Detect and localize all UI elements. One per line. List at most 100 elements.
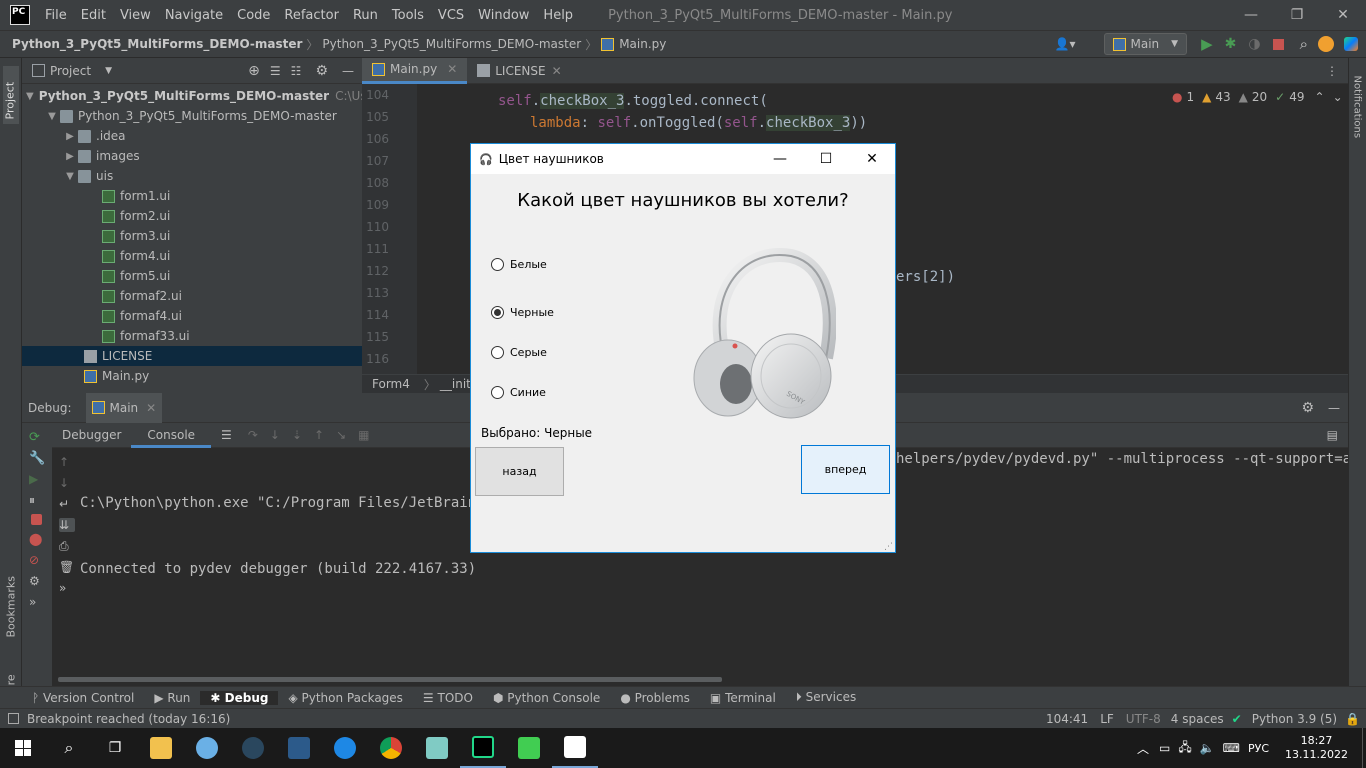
breadcrumb-class[interactable]: Form4 <box>372 377 410 391</box>
back-button[interactable]: назад <box>475 447 564 496</box>
radio-black[interactable]: Черные <box>491 306 554 319</box>
network-icon[interactable]: 🖧 <box>1178 738 1191 759</box>
tree-file[interactable]: form1.ui <box>22 186 362 206</box>
breadcrumb-root[interactable]: Python_3_PyQt5_MultiForms_DEMO-master <box>12 37 302 51</box>
file-encoding[interactable]: UTF-8 <box>1126 712 1161 726</box>
close-icon[interactable]: ✕ <box>447 62 457 76</box>
ide-maximize-button[interactable]: ❐ <box>1274 0 1320 30</box>
coverage-icon[interactable]: ◑ <box>1248 36 1260 52</box>
layout-icon[interactable]: ▤ <box>1327 428 1338 442</box>
radio-circle[interactable] <box>491 346 504 359</box>
tree-file[interactable]: form2.ui <box>22 206 362 226</box>
tab-python-packages[interactable]: ◈ Python Packages <box>278 691 412 705</box>
menu-refactor[interactable]: Refactor <box>277 8 346 23</box>
forward-button[interactable]: вперед <box>801 445 890 494</box>
view-breakpoints-icon[interactable]: ⬤ <box>29 532 45 546</box>
rerun-icon[interactable]: ⟳ <box>29 430 45 445</box>
horizontal-scrollbar[interactable] <box>58 677 722 682</box>
chrome-browser-icon[interactable] <box>368 728 414 768</box>
lock-icon[interactable]: 🔒 <box>1345 712 1360 726</box>
pycharm-icon[interactable] <box>460 728 506 768</box>
tree-file-main[interactable]: Main.py <box>22 366 362 386</box>
tree-file[interactable]: formaf33.ui <box>22 326 362 346</box>
ide-minimize-button[interactable]: — <box>1228 0 1274 30</box>
radio-circle[interactable] <box>491 306 504 319</box>
tree-folder-images[interactable]: ▶ images <box>22 146 362 166</box>
menu-vcs[interactable]: VCS <box>431 8 471 23</box>
resume-icon[interactable]: ▶ <box>29 472 45 486</box>
edge-browser-icon[interactable] <box>322 728 368 768</box>
tree-file[interactable]: form5.ui <box>22 266 362 286</box>
radio-circle[interactable] <box>491 258 504 271</box>
inspection-widget[interactable]: ● 1 ▲ 43 ▲ 20 ✓ 49 ⌃ ⌄ <box>1172 90 1343 104</box>
project-panel-title[interactable]: Project <box>50 64 91 78</box>
debug-session-tab[interactable]: Main ✕ <box>85 392 163 423</box>
tab-services[interactable]: ⏵ Services <box>786 690 866 705</box>
clock[interactable]: 18:27 13.11.2022 <box>1285 734 1348 762</box>
python-app-icon[interactable] <box>552 728 598 768</box>
menu-icon[interactable]: ☰ <box>221 428 232 442</box>
tab-problems[interactable]: ● Problems <box>610 691 700 705</box>
menu-code[interactable]: Code <box>230 8 277 23</box>
python-interpreter[interactable]: Python 3.9 (5) <box>1252 712 1337 726</box>
settings-icon[interactable]: ⚙ <box>29 574 45 588</box>
tree-file[interactable]: formaf4.ui <box>22 306 362 326</box>
step-into-icon[interactable]: ↓ <box>270 428 280 442</box>
more-options-icon[interactable]: ⋮ <box>1326 64 1338 78</box>
tree-file-license[interactable]: LICENSE <box>22 346 362 366</box>
stop-icon[interactable] <box>31 514 42 525</box>
tree-file[interactable]: form4.ui <box>22 246 362 266</box>
resize-grip-icon[interactable]: ⋰ <box>884 542 893 552</box>
radio-gray[interactable]: Серые <box>491 346 547 359</box>
run-config-select[interactable]: Main ▼ <box>1103 33 1188 55</box>
tab-terminal[interactable]: ▣ Terminal <box>700 691 786 705</box>
tab-version-control[interactable]: ᚹ Version Control <box>22 691 144 705</box>
radio-blue[interactable]: Синие <box>491 386 546 399</box>
radio-circle[interactable] <box>491 386 504 399</box>
tab-python-console[interactable]: ⬢ Python Console <box>483 691 610 705</box>
hide-panel-icon[interactable]: — <box>342 64 354 78</box>
menu-window[interactable]: Window <box>471 8 536 23</box>
more-icon[interactable]: » <box>29 595 45 609</box>
step-out-icon[interactable]: ↑ <box>314 428 324 442</box>
radio-white[interactable]: Белые <box>491 258 547 271</box>
tab-debugger[interactable]: Debugger <box>52 428 131 442</box>
update-icon[interactable] <box>1318 36 1334 52</box>
notes-app-icon[interactable] <box>414 728 460 768</box>
code-line-112-tail[interactable]: ers[2]) <box>896 266 955 288</box>
status-message[interactable]: Breakpoint reached (today 16:16) <box>27 712 230 726</box>
chevron-up-icon[interactable]: ︿ <box>1137 740 1149 757</box>
scroll-to-end-icon[interactable]: ⇊ <box>59 518 75 532</box>
tree-root[interactable]: ▼ Python_3_PyQt5_MultiForms_DEMO-master … <box>22 86 389 106</box>
step-over-icon[interactable]: ↷ <box>248 428 258 442</box>
chevron-down-icon[interactable]: ⌄ <box>1333 90 1343 104</box>
mute-breakpoints-icon[interactable]: ⊘ <box>29 553 45 567</box>
search-icon[interactable]: ⌕ <box>1300 35 1308 53</box>
down-arrow-icon[interactable]: ↓ <box>59 476 75 490</box>
qt-designer-icon[interactable] <box>506 728 552 768</box>
print-icon[interactable]: ⎙ <box>59 539 75 553</box>
dialog-close-button[interactable]: ✕ <box>849 144 895 174</box>
menu-file[interactable]: File <box>38 8 74 23</box>
caret-position[interactable]: 104:41 <box>1046 712 1088 726</box>
tree-folder-idea[interactable]: ▶ .idea <box>22 126 362 146</box>
expand-all-icon[interactable]: ☰ <box>270 64 281 78</box>
search-icon[interactable]: ⌕ <box>46 728 92 768</box>
dialog-titlebar[interactable]: 🎧 Цвет наушников — ☐ ✕ <box>471 144 895 174</box>
language-icon[interactable]: ⌨ <box>1223 741 1240 755</box>
bookmarks-tool-tab[interactable]: Bookmarks <box>5 572 18 637</box>
up-arrow-icon[interactable]: ↑ <box>59 455 75 469</box>
chevron-down-icon[interactable]: ▼ <box>105 66 112 76</box>
collapse-all-icon[interactable]: ☷ <box>291 64 302 78</box>
tab-run[interactable]: ▶ Run <box>144 691 200 705</box>
show-desktop[interactable] <box>1362 728 1366 768</box>
menu-help[interactable]: Help <box>536 8 580 23</box>
console-output[interactable]: C:\Python\python.exe "C:/Program Files/J… <box>80 448 493 624</box>
trash-icon[interactable]: 🗑 <box>59 560 75 574</box>
sql-app-icon[interactable] <box>276 728 322 768</box>
menu-view[interactable]: View <box>113 8 158 23</box>
tab-console[interactable]: Console <box>131 423 212 448</box>
code-line-105[interactable]: lambda: self.onToggled(self.checkBox_3)) <box>530 112 867 134</box>
line-separator[interactable]: LF <box>1100 712 1114 726</box>
menu-navigate[interactable]: Navigate <box>158 8 230 23</box>
